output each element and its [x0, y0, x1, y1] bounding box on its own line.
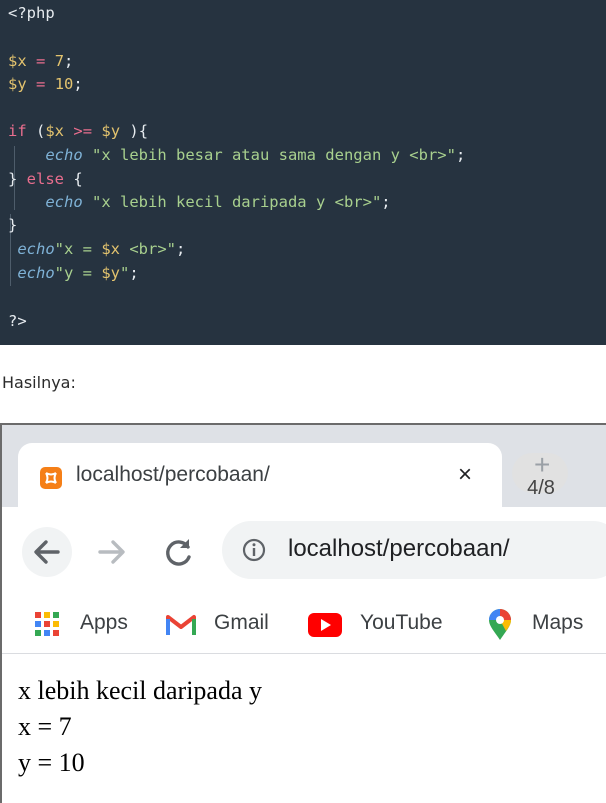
bookmarks-bar: Apps Gmail YouTube Maps: [2, 597, 606, 654]
youtube-icon: [308, 613, 342, 637]
tab-localhost[interactable]: localhost/percobaan/ ×: [18, 443, 502, 511]
code-line: echo"x = $x <br>";: [17, 240, 186, 258]
reload-icon: [166, 539, 191, 566]
forward-button[interactable]: [94, 527, 130, 577]
bookmark-label: Maps: [532, 611, 584, 634]
output-line: x = 7: [18, 712, 72, 741]
result-caption: Hasilnya:: [2, 373, 76, 392]
bookmark-label: YouTube: [360, 611, 443, 634]
url-text[interactable]: localhost/percobaan/: [288, 535, 509, 563]
browser-toolbar: localhost/percobaan/: [2, 507, 606, 597]
bookmark-youtube[interactable]: YouTube: [308, 607, 468, 641]
code-line: echo "x lebih kecil daripada y <br>";: [45, 193, 391, 211]
output-line: x lebih kecil daripada y: [18, 676, 263, 705]
code-line: }: [8, 216, 18, 234]
output-line: y = 10: [18, 748, 85, 777]
tab-strip: localhost/percobaan/ × + 4/8: [2, 425, 606, 511]
close-icon[interactable]: ×: [458, 461, 472, 489]
gmail-icon: [166, 615, 196, 635]
xampp-favicon-icon: [40, 467, 62, 489]
back-button[interactable]: [22, 527, 72, 577]
code-line: if ($x >= $y ){: [8, 122, 149, 140]
tab-title: localhost/percobaan/: [76, 463, 270, 486]
code-line: ?>: [8, 312, 27, 330]
reload-button[interactable]: [158, 527, 198, 577]
arrow-left-icon: [34, 540, 60, 564]
bookmark-gmail[interactable]: Gmail: [166, 607, 286, 641]
code-block: <?php $x = 7; $y = 10; if ($x >= $y ){ e…: [0, 0, 606, 345]
bookmark-maps[interactable]: Maps: [488, 607, 606, 641]
bookmark-label: Gmail: [214, 611, 269, 634]
browser-window: localhost/percobaan/ × + 4/8 localhost/p…: [0, 423, 606, 803]
code-line: echo "x lebih besar atau sama dengan y <…: [45, 146, 466, 164]
apps-grid-icon: [35, 612, 59, 636]
code-line: $x = 7;: [8, 52, 74, 70]
page-content: x lebih kecil daripada y x = 7 y = 10: [18, 673, 262, 781]
bookmark-apps[interactable]: Apps: [32, 607, 142, 641]
page-counter: 4/8: [527, 477, 555, 499]
maps-pin-icon: [489, 609, 511, 640]
bookmark-label: Apps: [80, 611, 128, 634]
code-line: } else {: [8, 170, 83, 188]
info-icon[interactable]: [242, 538, 266, 562]
code-line: <?php: [8, 4, 55, 22]
code-line: $y = 10;: [8, 75, 83, 93]
arrow-right-icon: [98, 540, 125, 564]
code-line: echo"y = $y";: [17, 264, 139, 282]
address-bar[interactable]: localhost/percobaan/: [222, 521, 606, 579]
